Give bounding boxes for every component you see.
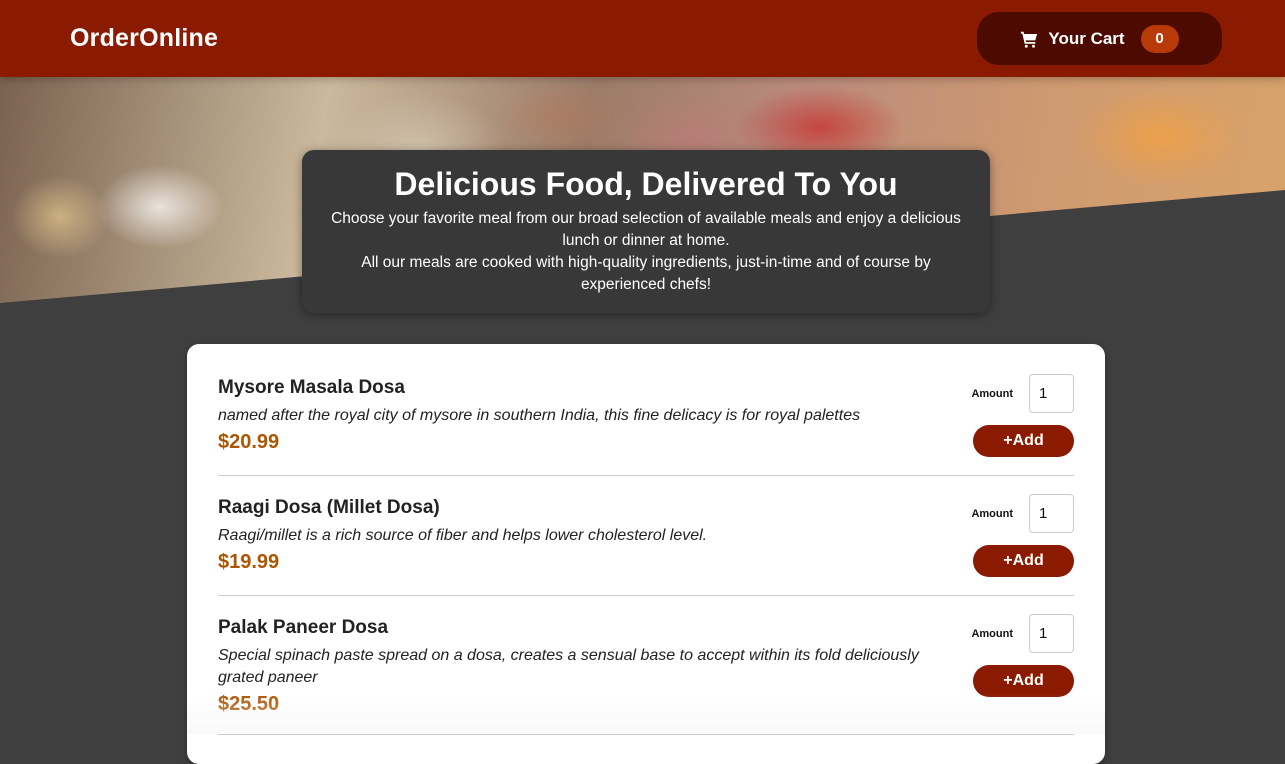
- meal-name: Mysore Masala Dosa: [218, 377, 405, 398]
- meal-info: Raagi Dosa (Millet Dosa) Raagi/millet is…: [218, 494, 968, 577]
- meal-add-form: Amount +Add: [970, 374, 1074, 457]
- top-header: OrderOnline Your Cart 0: [0, 0, 1285, 77]
- cart-icon: [1020, 30, 1038, 48]
- meal-price: $25.50: [218, 693, 280, 715]
- cart-button[interactable]: Your Cart 0: [977, 12, 1222, 65]
- add-button[interactable]: +Add: [973, 545, 1074, 577]
- amount-row: Amount: [971, 614, 1074, 653]
- meal-description: Raagi/millet is a rich source of fiber a…: [218, 527, 708, 544]
- meal-item: Mysore Masala Dosa named after the royal…: [218, 374, 1074, 476]
- add-button[interactable]: +Add: [973, 425, 1074, 457]
- amount-input[interactable]: [1029, 374, 1074, 413]
- hero-text-line1: Choose your favorite meal from our broad…: [331, 209, 961, 249]
- meal-name: Palak Paneer Dosa: [218, 617, 389, 638]
- meal-description: Special spinach paste spread on a dosa, …: [218, 647, 919, 686]
- amount-label: Amount: [971, 507, 1013, 520]
- hero-summary-card: Delicious Food, Delivered To You Choose …: [302, 150, 990, 313]
- meal-item: Raagi Dosa (Millet Dosa) Raagi/millet is…: [218, 494, 1074, 596]
- meal-price: $19.99: [218, 551, 280, 573]
- amount-label: Amount: [971, 387, 1013, 400]
- amount-row: Amount: [971, 494, 1074, 533]
- meal-add-form: Amount +Add: [970, 614, 1074, 716]
- meal-info: Mysore Masala Dosa named after the royal…: [218, 374, 968, 457]
- add-button[interactable]: +Add: [973, 665, 1074, 697]
- amount-row: Amount: [971, 374, 1074, 413]
- meals-list: Mysore Masala Dosa named after the royal…: [187, 344, 1105, 764]
- hero-title: Delicious Food, Delivered To You: [394, 166, 898, 202]
- meal-description: named after the royal city of mysore in …: [218, 407, 861, 424]
- amount-input[interactable]: [1029, 614, 1074, 653]
- hero-text-line2: All our meals are cooked with high-quali…: [361, 253, 931, 293]
- meal-info: Palak Paneer Dosa Special spinach paste …: [218, 614, 968, 716]
- cart-label: Your Cart: [1048, 28, 1125, 48]
- cart-count-badge: 0: [1140, 24, 1179, 53]
- amount-label: Amount: [971, 627, 1013, 640]
- meal-item: Palak Paneer Dosa Special spinach paste …: [218, 614, 1074, 735]
- meal-add-form: Amount +Add: [970, 494, 1074, 577]
- app-logo: OrderOnline: [70, 24, 219, 52]
- amount-input[interactable]: [1029, 494, 1074, 533]
- meal-name: Raagi Dosa (Millet Dosa): [218, 497, 440, 518]
- meal-price: $20.99: [218, 431, 280, 453]
